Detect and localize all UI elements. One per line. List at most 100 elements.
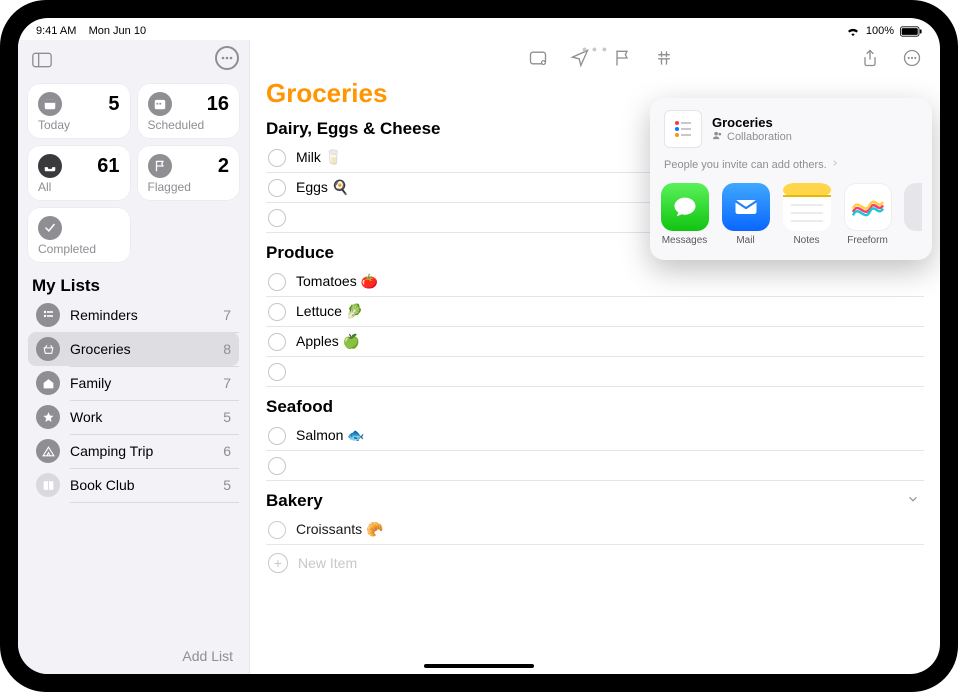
- template-button[interactable]: [524, 46, 552, 70]
- share-sheet: Groceries Collaboration People you invit…: [650, 98, 932, 260]
- complete-toggle[interactable]: [268, 363, 286, 381]
- section-title-label: Bakery: [266, 491, 323, 511]
- card-scheduled-label: Scheduled: [148, 118, 230, 132]
- calendar-icon: [148, 92, 172, 116]
- card-flagged[interactable]: 2 Flagged: [138, 146, 240, 200]
- list-count: 6: [223, 443, 231, 459]
- share-options-button[interactable]: People you invite can add others.: [658, 154, 924, 181]
- chevron-down-icon: [906, 491, 920, 511]
- list-label: Camping Trip: [70, 443, 223, 459]
- share-app-label: Messages: [662, 235, 708, 246]
- share-header: Groceries Collaboration: [658, 108, 924, 154]
- complete-toggle[interactable]: [268, 273, 286, 291]
- wifi-icon: [846, 25, 860, 37]
- reminder-label: Eggs 🍳: [296, 179, 349, 196]
- list-row-groceries[interactable]: Groceries 8: [28, 332, 239, 366]
- list-row-book-club[interactable]: Book Club 5: [28, 468, 239, 502]
- status-date: Mon Jun 10: [89, 25, 146, 37]
- share-app-freeform[interactable]: Freeform: [843, 183, 892, 246]
- list-row-family[interactable]: Family 7: [28, 366, 239, 400]
- tag-button[interactable]: [650, 46, 678, 70]
- list-row-reminders[interactable]: Reminders 7: [28, 298, 239, 332]
- main: ● ● ● Groceries Dairy, Eggs & Cheese Mil…: [250, 40, 940, 674]
- status-bar: 9:41 AM Mon Jun 10 100%: [18, 18, 940, 40]
- smart-list-cards: 5 Today 16 Scheduled: [18, 74, 249, 272]
- house-icon: [36, 371, 60, 395]
- reminder-row[interactable]: Croissants 🥐: [266, 515, 924, 545]
- complete-toggle[interactable]: [268, 457, 286, 475]
- more-button[interactable]: [898, 46, 926, 70]
- mylists: Reminders 7 Groceries 8 Family 7: [18, 298, 249, 640]
- messages-icon: [661, 183, 709, 231]
- complete-toggle[interactable]: [268, 209, 286, 227]
- mail-icon: [722, 183, 770, 231]
- section-title-collapsible[interactable]: Bakery: [266, 491, 924, 511]
- complete-toggle[interactable]: [268, 303, 286, 321]
- card-today-label: Today: [38, 118, 120, 132]
- calendar-day-icon: [38, 92, 62, 116]
- card-scheduled[interactable]: 16 Scheduled: [138, 84, 240, 138]
- list-label: Work: [70, 409, 223, 425]
- star-icon: [36, 405, 60, 429]
- new-item-button[interactable]: + New Item: [266, 547, 924, 579]
- complete-toggle[interactable]: [268, 427, 286, 445]
- flag-icon: [148, 154, 172, 178]
- sidebar: 5 Today 16 Scheduled: [18, 40, 250, 674]
- checkmark-icon: [38, 216, 62, 240]
- list-label: Reminders: [70, 307, 223, 323]
- complete-toggle[interactable]: [268, 149, 286, 167]
- card-completed[interactable]: Completed: [28, 208, 130, 262]
- share-button[interactable]: [856, 46, 884, 70]
- reminder-row-empty[interactable]: [266, 357, 924, 387]
- share-app-label: Mail: [736, 235, 754, 246]
- share-apps-row: Messages Mail Notes Freeform: [658, 181, 924, 248]
- status-time: 9:41 AM: [36, 25, 76, 37]
- layout-split: 5 Today 16 Scheduled: [18, 40, 940, 674]
- reminder-row[interactable]: Lettuce 🥬: [266, 297, 924, 327]
- list-label: Family: [70, 375, 223, 391]
- share-app-messages[interactable]: Messages: [660, 183, 709, 246]
- list-bullet-icon: [36, 303, 60, 327]
- share-app-notes[interactable]: Notes: [782, 183, 831, 246]
- reminder-label: Croissants 🥐: [296, 521, 383, 538]
- book-icon: [36, 473, 60, 497]
- sidebar-toggle-button[interactable]: [28, 46, 56, 74]
- card-today[interactable]: 5 Today: [28, 84, 130, 138]
- reminder-label: Milk 🥛: [296, 149, 342, 166]
- list-label: Groceries: [70, 341, 223, 357]
- notes-icon: [783, 183, 831, 231]
- share-title: Groceries: [712, 115, 792, 130]
- reminder-row-empty[interactable]: [266, 451, 924, 481]
- share-app-label: Freeform: [847, 235, 888, 246]
- list-row-work[interactable]: Work 5: [28, 400, 239, 434]
- flag-button[interactable]: [608, 46, 636, 70]
- ipad-device-frame: 9:41 AM Mon Jun 10 100%: [0, 0, 958, 692]
- list-count: 5: [223, 409, 231, 425]
- card-completed-label: Completed: [38, 242, 120, 256]
- reminder-row[interactable]: Salmon 🐟: [266, 421, 924, 451]
- share-subtitle[interactable]: Collaboration: [712, 130, 792, 144]
- share-app-label: Notes: [793, 235, 819, 246]
- complete-toggle[interactable]: [268, 179, 286, 197]
- share-app-overflow[interactable]: [904, 183, 922, 246]
- reminder-row[interactable]: Apples 🍏: [266, 327, 924, 357]
- reminder-label: Salmon 🐟: [296, 427, 365, 444]
- list-row-camping-trip[interactable]: Camping Trip 6: [28, 434, 239, 468]
- freeform-icon: [844, 183, 892, 231]
- add-list-button[interactable]: Add List: [18, 640, 249, 674]
- card-flagged-count: 2: [218, 155, 229, 178]
- battery-icon: [900, 25, 922, 37]
- list-count: 5: [223, 477, 231, 493]
- complete-toggle[interactable]: [268, 521, 286, 539]
- sidebar-more-button[interactable]: [215, 46, 239, 70]
- share-app-mail[interactable]: Mail: [721, 183, 770, 246]
- list-count: 7: [223, 307, 231, 323]
- card-all[interactable]: 61 All: [28, 146, 130, 200]
- home-indicator[interactable]: [424, 664, 534, 668]
- complete-toggle[interactable]: [268, 333, 286, 351]
- card-flagged-label: Flagged: [148, 180, 230, 194]
- new-item-label: New Item: [298, 555, 357, 571]
- multitask-grip-icon[interactable]: ● ● ●: [582, 44, 608, 54]
- reminder-label: Lettuce 🥬: [296, 303, 363, 320]
- reminder-row[interactable]: Tomatoes 🍅: [266, 267, 924, 297]
